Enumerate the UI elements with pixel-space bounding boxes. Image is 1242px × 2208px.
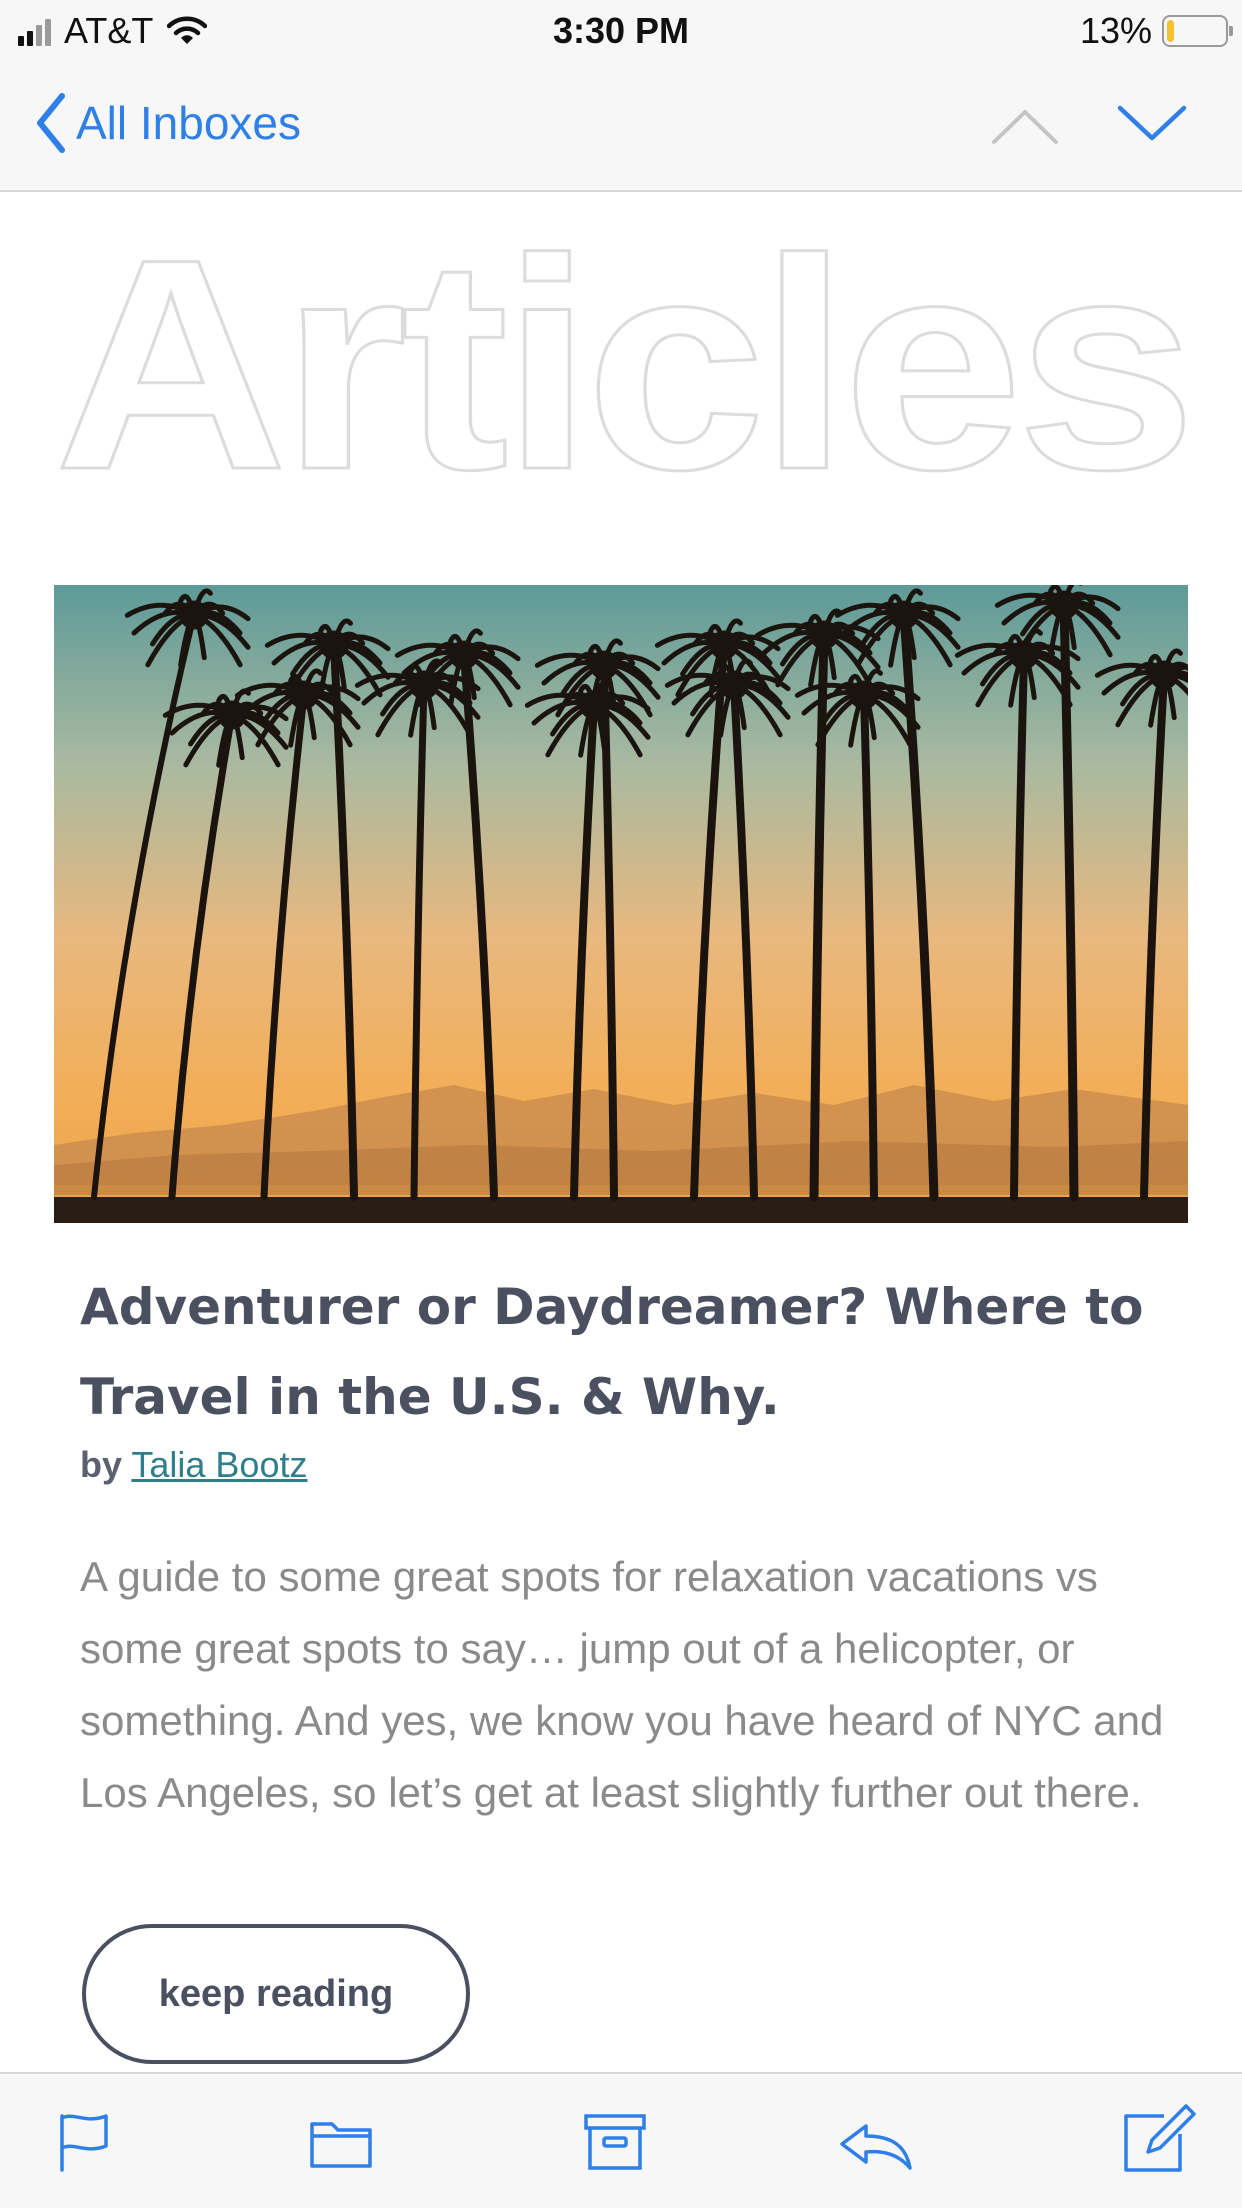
- chevron-down-icon[interactable]: [1116, 98, 1188, 148]
- mail-toolbar: [0, 2072, 1242, 2208]
- back-button-label: All Inboxes: [76, 97, 302, 149]
- reply-icon[interactable]: [836, 2110, 916, 2174]
- keep-reading-button[interactable]: keep reading: [82, 1924, 470, 2064]
- article-title[interactable]: Adventurer or Daydreamer? Where to Trave…: [80, 1262, 1180, 1442]
- byline-prefix: by: [80, 1444, 123, 1485]
- articles-header-title: Articles: [53, 206, 1193, 496]
- compose-icon[interactable]: [1120, 2102, 1200, 2174]
- battery-level-fill: [1167, 20, 1174, 42]
- battery-percent: 13%: [1079, 10, 1152, 51]
- article-excerpt: A guide to some great spots for relaxati…: [80, 1553, 1164, 1816]
- articles-header-text: Articles: [54, 206, 1190, 496]
- author-link[interactable]: Talia Bootz: [131, 1444, 307, 1485]
- chevron-left-icon: [37, 93, 65, 153]
- flag-icon[interactable]: [50, 2110, 120, 2174]
- status-right: 13%: [1079, 10, 1233, 52]
- palm-trees-sunset-photo: [54, 585, 1188, 1223]
- chevron-up-icon[interactable]: [990, 102, 1060, 152]
- email-body: Articles Adventurer or Daydreamer? Where…: [0, 194, 1242, 2072]
- status-time: 3:30 PM: [552, 10, 690, 51]
- back-button[interactable]: All Inboxes: [34, 92, 301, 154]
- article-photo: [54, 585, 1188, 1223]
- battery-icon: [1162, 15, 1233, 47]
- navigation-bar: All Inboxes: [0, 62, 1242, 192]
- byline: by Talia Bootz: [80, 1444, 307, 1486]
- archive-icon[interactable]: [580, 2110, 650, 2174]
- battery-nub: [1229, 26, 1233, 36]
- status-bar: AT&T 3:30 PM 13%: [0, 0, 1242, 62]
- folder-icon[interactable]: [306, 2110, 376, 2174]
